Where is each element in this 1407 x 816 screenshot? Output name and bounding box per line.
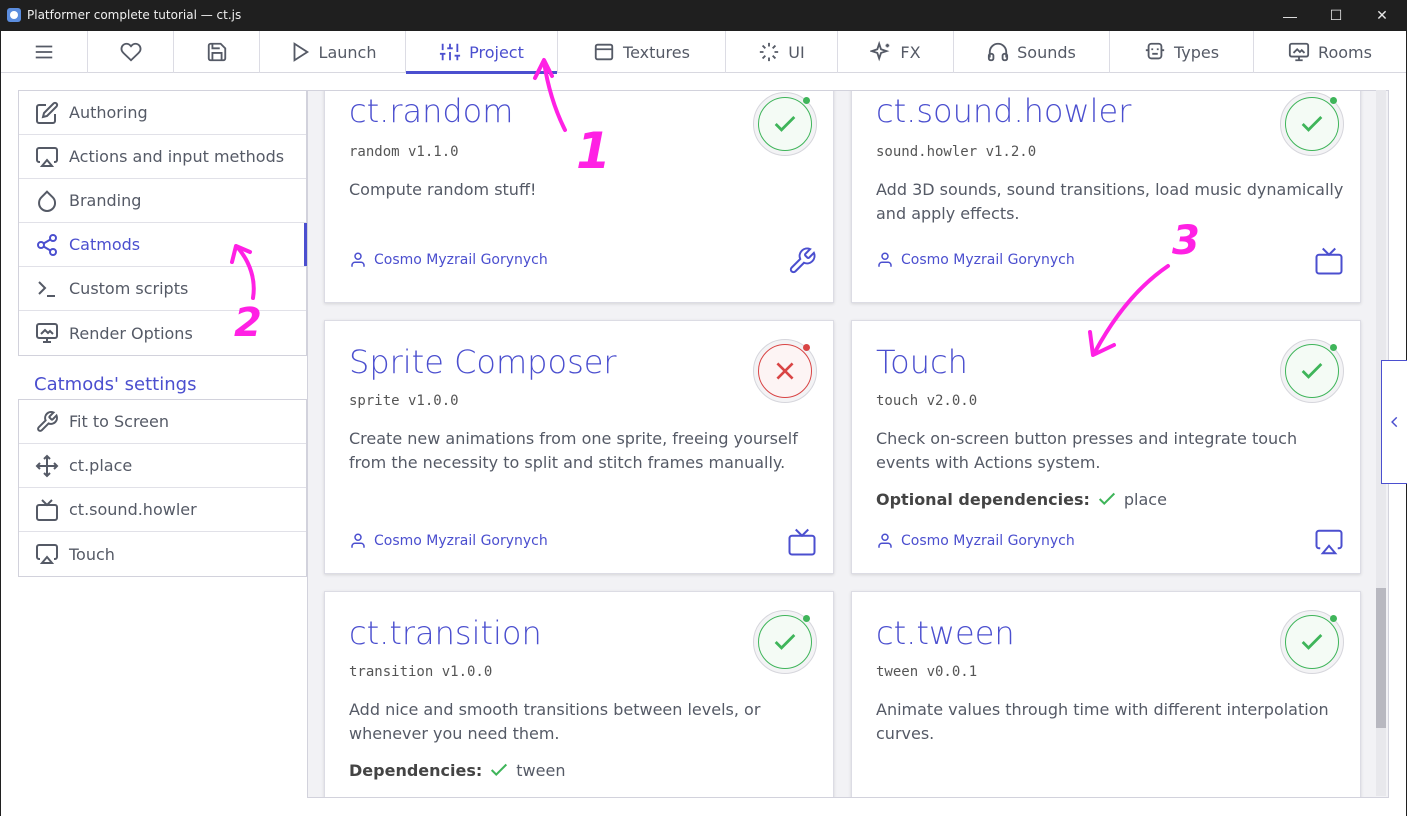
annotation-2: 2 (234, 300, 262, 346)
annotation-3: 3 (1172, 218, 1200, 264)
annotation-1: 1 (576, 122, 611, 180)
annotation-arrows (230, 58, 1170, 357)
